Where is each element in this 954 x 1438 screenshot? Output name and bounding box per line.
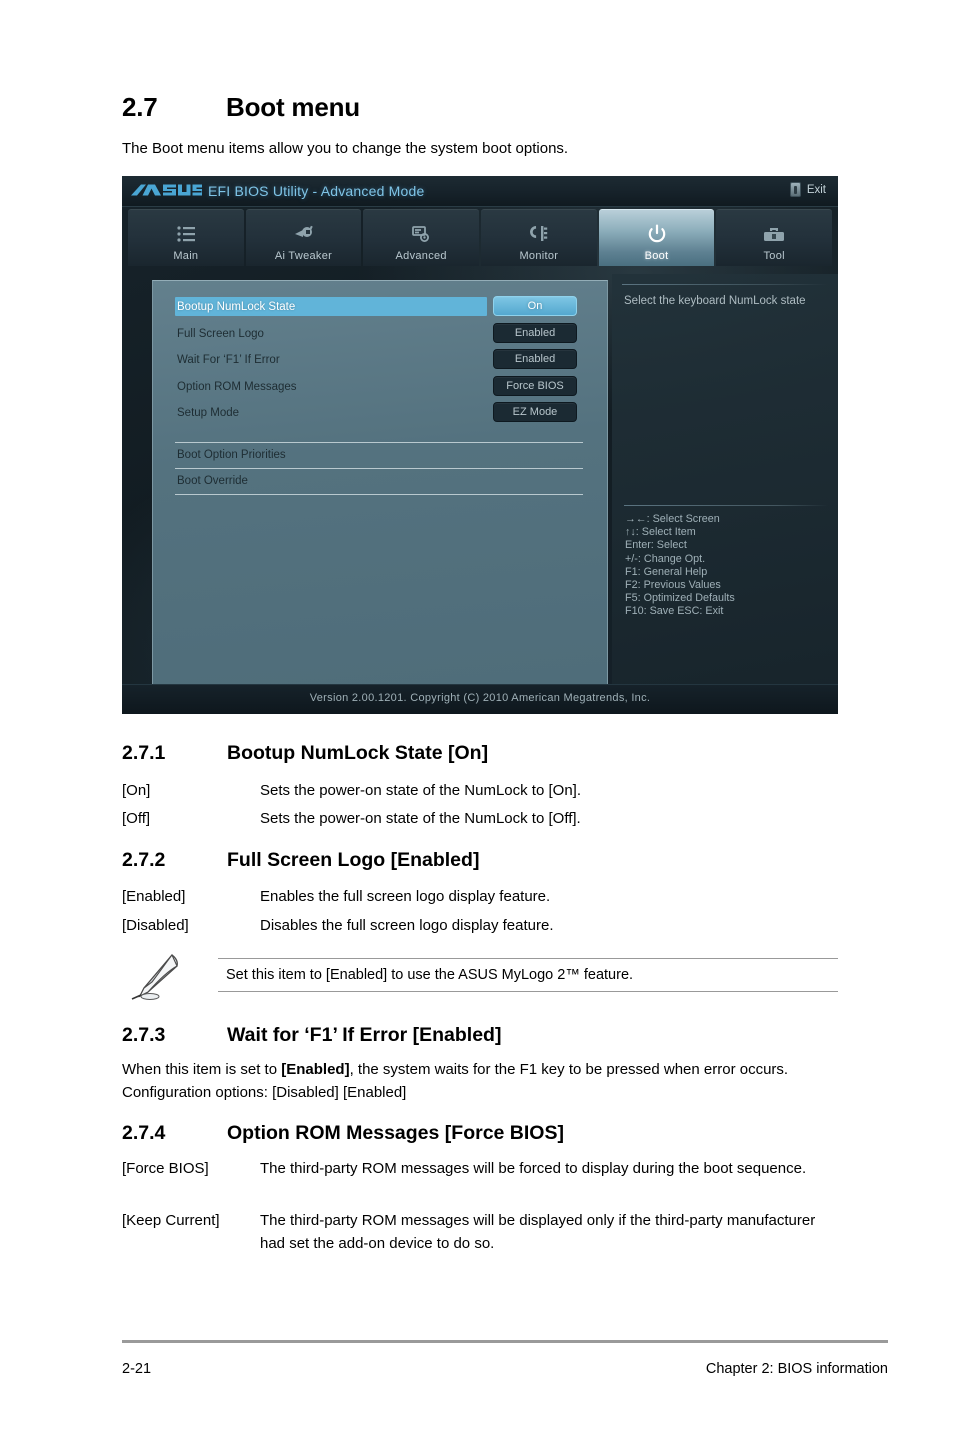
- legend-item-change-opt: +/-: Change Opt.: [625, 552, 706, 565]
- footer-divider: [122, 1340, 888, 1343]
- setting-label: Wait For ‘F1’ If Error: [177, 354, 280, 366]
- bios-title-text: EFI BIOS Utility - Advanced Mode: [208, 183, 425, 199]
- exit-label: Exit: [806, 183, 826, 196]
- definition-term: [Off]: [122, 810, 151, 827]
- tab-advanced-label: Advanced: [395, 250, 447, 262]
- setting-row-wait-for-f1-if-error[interactable]: Wait For ‘F1’ If Error Enabled: [153, 349, 609, 378]
- tab-monitor[interactable]: Monitor: [481, 209, 597, 266]
- bios-version-text: Version 2.00.1201. Copyright (C) 2010 Am…: [309, 692, 651, 704]
- pencil-note-icon: [128, 952, 188, 1005]
- divider: [218, 958, 838, 959]
- tab-tool-label: Tool: [763, 250, 785, 262]
- section-title: Boot menu: [226, 92, 360, 122]
- subsection-heading-271: 2.7.1 Bootup NumLock State [On]: [122, 742, 488, 765]
- divider: [175, 442, 583, 443]
- setting-value-bootup-numlock-state[interactable]: On: [493, 296, 577, 316]
- setting-label: Bootup NumLock State: [177, 301, 296, 313]
- power-icon: [647, 221, 667, 247]
- subsection-title: Bootup NumLock State [On]: [227, 742, 489, 764]
- bios-screenshot: EFI BIOS Utility - Advanced Mode Exit Ma…: [122, 176, 838, 714]
- legend-item-select-item: ↑↓: Select Item: [625, 526, 696, 539]
- tab-boot[interactable]: Boot: [598, 209, 715, 266]
- tab-main[interactable]: Main: [128, 209, 244, 266]
- legend-item-previous-values: F2: Previous Values: [625, 579, 721, 592]
- tab-main-label: Main: [173, 250, 199, 262]
- definition-term: [Keep Current]: [122, 1212, 220, 1229]
- list-icon: [176, 221, 196, 247]
- subsection-number: 2.7.4: [122, 1122, 166, 1144]
- subsection-number: 2.7.2: [122, 849, 166, 871]
- setting-label: Option ROM Messages: [177, 381, 297, 393]
- paragraph-pre: When this item is set to: [122, 1061, 282, 1078]
- definition-term: [Enabled]: [122, 888, 186, 905]
- setting-label: Setup Mode: [177, 407, 240, 419]
- advanced-icon: [411, 221, 431, 247]
- definition-term: [Disabled]: [122, 917, 189, 934]
- subsection-title: Option ROM Messages [Force BIOS]: [227, 1122, 564, 1144]
- divider: [175, 468, 583, 469]
- bios-settings-panel: Bootup NumLock State On Full Screen Logo…: [152, 280, 608, 714]
- tweak-icon: [293, 221, 315, 247]
- subsection-number: 2.7.1: [122, 742, 166, 764]
- definition-desc: Enables the full screen logo display fea…: [260, 888, 551, 905]
- definition-term: [Force BIOS]: [122, 1160, 209, 1177]
- setting-value-setup-mode[interactable]: EZ Mode: [493, 402, 577, 422]
- bios-tab-bar: Main Ai Tweaker Advanced Monitor Boot To…: [128, 209, 833, 266]
- tab-ai-tweaker[interactable]: Ai Tweaker: [245, 209, 362, 266]
- subsection-heading-274: 2.7.4 Option ROM Messages [Force BIOS]: [122, 1122, 564, 1145]
- section-intro: The Boot menu items allow you to change …: [122, 140, 569, 157]
- help-text: Select the keyboard NumLock state: [624, 295, 806, 307]
- subsection-title: Full Screen Logo [Enabled]: [227, 849, 480, 871]
- legend-item-select-screen: →←: Select Screen: [625, 513, 720, 525]
- document-page: 2.7 Boot menu The Boot menu items allow y…: [0, 0, 954, 1438]
- asus-logo-icon: [130, 182, 206, 199]
- submenu-label: Boot Override: [177, 475, 248, 487]
- divider: [175, 494, 583, 495]
- definition-desc: The third-party ROM messages will be dis…: [260, 1212, 816, 1252]
- page-number: 2-21: [122, 1361, 152, 1377]
- tab-advanced[interactable]: Advanced: [363, 209, 480, 266]
- monitor-icon: [529, 221, 549, 247]
- paragraph-bold: [Enabled]: [281, 1061, 350, 1078]
- toolbox-icon: [763, 221, 785, 247]
- setting-row-bootup-numlock-state[interactable]: Bootup NumLock State On: [153, 296, 609, 325]
- setting-label: Full Screen Logo: [177, 328, 264, 340]
- subsection-273-paragraph: When this item is set to [Enabled], the …: [122, 1058, 834, 1104]
- definition-desc: Disables the full screen logo display fe…: [260, 917, 554, 934]
- bios-exit-button[interactable]: Exit: [789, 182, 826, 197]
- legend-item-save-exit: F10: Save ESC: Exit: [625, 605, 724, 618]
- definition-term: [On]: [122, 782, 151, 799]
- exit-door-icon: [789, 182, 801, 197]
- note-text: Set this item to [Enabled] to use the AS…: [226, 967, 634, 983]
- divider: [624, 505, 828, 506]
- setting-value-wait-for-f1-if-error[interactable]: Enabled: [493, 349, 577, 369]
- footer-chapter: Chapter 2: BIOS information: [705, 1361, 888, 1377]
- divider: [218, 991, 838, 992]
- definition-desc: Sets the power-on state of the NumLock t…: [260, 782, 581, 799]
- section-heading: 2.7 Boot menu: [122, 92, 360, 123]
- tab-monitor-label: Monitor: [519, 250, 559, 262]
- bios-version-bar: Version 2.00.1201. Copyright (C) 2010 Am…: [122, 684, 838, 714]
- subsection-number: 2.7.3: [122, 1024, 166, 1046]
- legend-item-enter-select: Enter: Select: [625, 539, 687, 552]
- key-legend: →←: Select Screen ↑↓: Select Item Enter:…: [625, 513, 835, 619]
- subsection-title: Wait for ‘F1’ If Error [Enabled]: [227, 1024, 502, 1046]
- subsection-heading-273: 2.7.3 Wait for ‘F1’ If Error [Enabled]: [122, 1024, 501, 1047]
- submenu-label: Boot Option Priorities: [177, 449, 286, 461]
- legend-item-optimized-defaults: F5: Optimized Defaults: [625, 592, 735, 605]
- definition-desc: The third-party ROM messages will be for…: [260, 1160, 807, 1177]
- section-number: 2.7: [122, 92, 158, 122]
- setting-value-full-screen-logo[interactable]: Enabled: [493, 323, 577, 343]
- tab-boot-label: Boot: [644, 250, 669, 262]
- definition-desc: Sets the power-on state of the NumLock t…: [260, 810, 581, 827]
- setting-value-option-rom-messages[interactable]: Force BIOS: [493, 376, 577, 396]
- subsection-heading-272: 2.7.2 Full Screen Logo [Enabled]: [122, 849, 479, 872]
- divider: [622, 284, 828, 285]
- tab-ai-tweaker-label: Ai Tweaker: [274, 250, 333, 262]
- bios-help-panel: Select the keyboard NumLock state →←: Se…: [612, 274, 838, 714]
- setting-row-setup-mode[interactable]: Setup Mode EZ Mode: [153, 402, 609, 431]
- bios-titlebar: EFI BIOS Utility - Advanced Mode Exit: [122, 176, 838, 207]
- legend-item-general-help: F1: General Help: [625, 565, 708, 578]
- tab-tool[interactable]: Tool: [716, 209, 833, 266]
